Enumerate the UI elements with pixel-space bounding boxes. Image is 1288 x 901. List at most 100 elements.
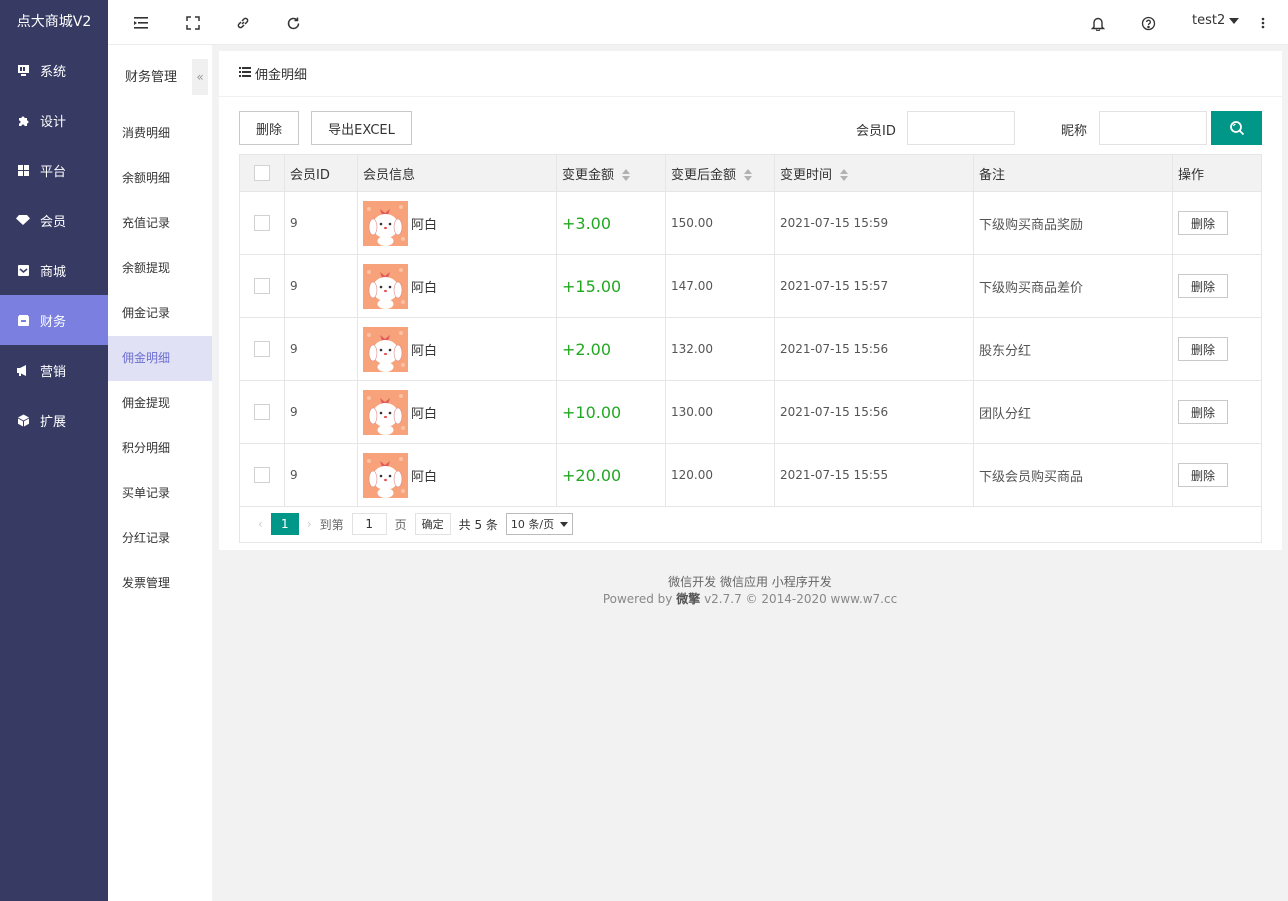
avatar (363, 200, 408, 246)
subnav-item[interactable]: 发票管理 (108, 561, 212, 606)
menu-toggle-icon[interactable] (133, 14, 151, 32)
member-id-input[interactable] (907, 111, 1015, 145)
sidebar-item-label: 平台 (40, 164, 67, 180)
sort-icon[interactable] (840, 169, 849, 181)
fullscreen-icon[interactable] (184, 14, 202, 32)
subnav-item[interactable]: 余额明细 (108, 156, 212, 201)
cell-member-id: 9 (284, 191, 358, 255)
sidebar-item-6[interactable]: 营销 (0, 345, 108, 395)
change-amount: +3.00 (562, 213, 612, 233)
brand-link[interactable]: 微擎 (676, 592, 700, 606)
subnav-item[interactable]: 佣金明细 (108, 336, 212, 381)
pagination: ‹ 1 › 到第 1 页 确定 共 5 条 10 条/页 (239, 506, 1262, 543)
cell-member-info: 阿白 (357, 317, 557, 381)
avatar (363, 389, 408, 435)
main-nav: 系统设计平台会员商城 财务营销扩展 (0, 45, 108, 445)
sort-icon[interactable] (622, 169, 631, 181)
header-change-time[interactable]: 变更时间 (774, 154, 974, 192)
sort-icon[interactable] (744, 169, 753, 181)
bell-icon[interactable] (1089, 14, 1107, 32)
prev-page-icon[interactable]: ‹ (258, 517, 263, 531)
goto-page-input[interactable]: 1 (351, 513, 387, 535)
sidebar-item-0[interactable]: 系统 (0, 45, 108, 95)
cell-after-amount: 130.00 (665, 380, 775, 444)
cell-member-info: 阿白 (357, 191, 557, 255)
row-delete-button[interactable]: 删除 (1178, 400, 1228, 424)
collapse-subnav-button[interactable]: « (192, 59, 208, 95)
finance-subnav: 财务管理 « 消费明细 余额明细 充值记录 余额提现 佣金记录 佣金明细 佣金提现 积分明细买… (108, 45, 212, 901)
goto-confirm-button[interactable]: 确定 (414, 513, 451, 535)
sidebar-item-7[interactable]: 扩展 (0, 395, 108, 445)
subnav-item[interactable]: 消费明细 (108, 111, 212, 156)
subnav-item[interactable]: 买单记录 (108, 471, 212, 516)
row-select-cell (239, 254, 285, 318)
user-menu[interactable]: test2 (1192, 13, 1240, 28)
footer: 微信开发 微信应用 小程序开发 Powered by 微擎 v2.7.7 © 2… (212, 574, 1288, 608)
grid-icon (16, 163, 30, 177)
username: test2 (1192, 13, 1226, 28)
more-vertical-icon[interactable] (1254, 14, 1272, 32)
subnav-item[interactable]: 佣金提现 (108, 381, 212, 426)
export-excel-button[interactable]: 导出EXCEL (311, 111, 412, 145)
sidebar-item-label: 营销 (40, 364, 67, 380)
main-sidebar: 点大商城V2 系统设计平台会员商城 财务营销扩展 (0, 0, 108, 901)
row-checkbox[interactable] (254, 215, 270, 231)
cell-after-amount: 120.00 (665, 443, 775, 507)
row-checkbox[interactable] (254, 341, 270, 357)
row-checkbox[interactable] (254, 278, 270, 294)
row-delete-button[interactable]: 删除 (1178, 337, 1228, 361)
subnav-item[interactable]: 余额提现 (108, 246, 212, 291)
select-all-checkbox[interactable] (254, 165, 270, 181)
row-checkbox[interactable] (254, 404, 270, 420)
cell-change-time: 2021-07-15 15:59 (774, 191, 974, 255)
table-row: 9 阿白 +2.00 132.00 2021-07-15 15:56 股东分红 删除 (239, 317, 1262, 381)
cell-member-info: 阿白 (357, 254, 557, 318)
footer-links[interactable]: 微信开发 微信应用 小程序开发 (212, 574, 1288, 591)
delete-button[interactable]: 删除 (239, 111, 299, 145)
app-logo[interactable]: 点大商城V2 (0, 0, 108, 45)
page-size-select[interactable]: 10 条/页 (505, 513, 574, 535)
header-change-amount[interactable]: 变更金额 (556, 154, 666, 192)
row-select-cell (239, 317, 285, 381)
current-page-button[interactable]: 1 (270, 513, 299, 535)
table-header-row: 会员ID 会员信息 变更金额 变更后金额 变更时间 备注 操作 (239, 154, 1262, 192)
refresh-icon[interactable] (284, 14, 302, 32)
commission-detail-card: 佣金明细 删除 导出EXCEL 会员ID 昵称 会员ID 会员信息 变更金额 变… (219, 51, 1282, 550)
header-after-amount[interactable]: 变更后金额 (665, 154, 775, 192)
change-amount: +2.00 (562, 339, 612, 359)
cell-action: 删除 (1172, 380, 1262, 444)
sidebar-item-label: 设计 (40, 114, 67, 130)
cell-after-amount: 147.00 (665, 254, 775, 318)
wallet-icon (16, 313, 30, 327)
row-checkbox[interactable] (254, 467, 270, 483)
row-delete-button[interactable]: 删除 (1178, 463, 1228, 487)
subnav-item[interactable]: 积分明细 (108, 426, 212, 471)
table-body: 9 阿白 +3.00 150.00 2021-07-15 15:59 下级购买商品奖励 删除… (239, 191, 1262, 507)
help-icon[interactable] (1139, 14, 1157, 32)
search-button[interactable] (1211, 111, 1262, 145)
next-page-icon[interactable]: › (307, 517, 312, 531)
link-icon[interactable] (234, 14, 252, 32)
sidebar-item-3[interactable]: 会员 (0, 195, 108, 245)
table-row: 9 阿白 +15.00 147.00 2021-07-15 15:57 下级购买商品差价删… (239, 254, 1262, 318)
sidebar-item-2[interactable]: 平台 (0, 145, 108, 195)
cell-after-amount: 132.00 (665, 317, 775, 381)
sidebar-item-label: 会员 (40, 214, 67, 230)
member-name: 阿白 (411, 406, 438, 422)
sidebar-item-1[interactable]: 设计 (0, 95, 108, 145)
sidebar-item-4[interactable]: 商城 (0, 245, 108, 295)
cell-change-time: 2021-07-15 15:57 (774, 254, 974, 318)
row-delete-button[interactable]: 删除 (1178, 274, 1228, 298)
subnav-item[interactable]: 佣金记录 (108, 291, 212, 336)
subnav-title: 财务管理 « (108, 45, 212, 111)
subnav-item[interactable]: 分红记录 (108, 516, 212, 561)
sidebar-item-label: 系统 (40, 64, 67, 80)
nickname-input[interactable] (1099, 111, 1207, 145)
inbox-icon (16, 263, 30, 277)
header-after-amount-text: 变更后金额 (671, 167, 737, 183)
sidebar-item-5[interactable]: 财务 (0, 295, 108, 345)
cell-action: 删除 (1172, 191, 1262, 255)
diamond-icon (16, 213, 30, 227)
subnav-item[interactable]: 充值记录 (108, 201, 212, 246)
row-delete-button[interactable]: 删除 (1178, 211, 1228, 235)
